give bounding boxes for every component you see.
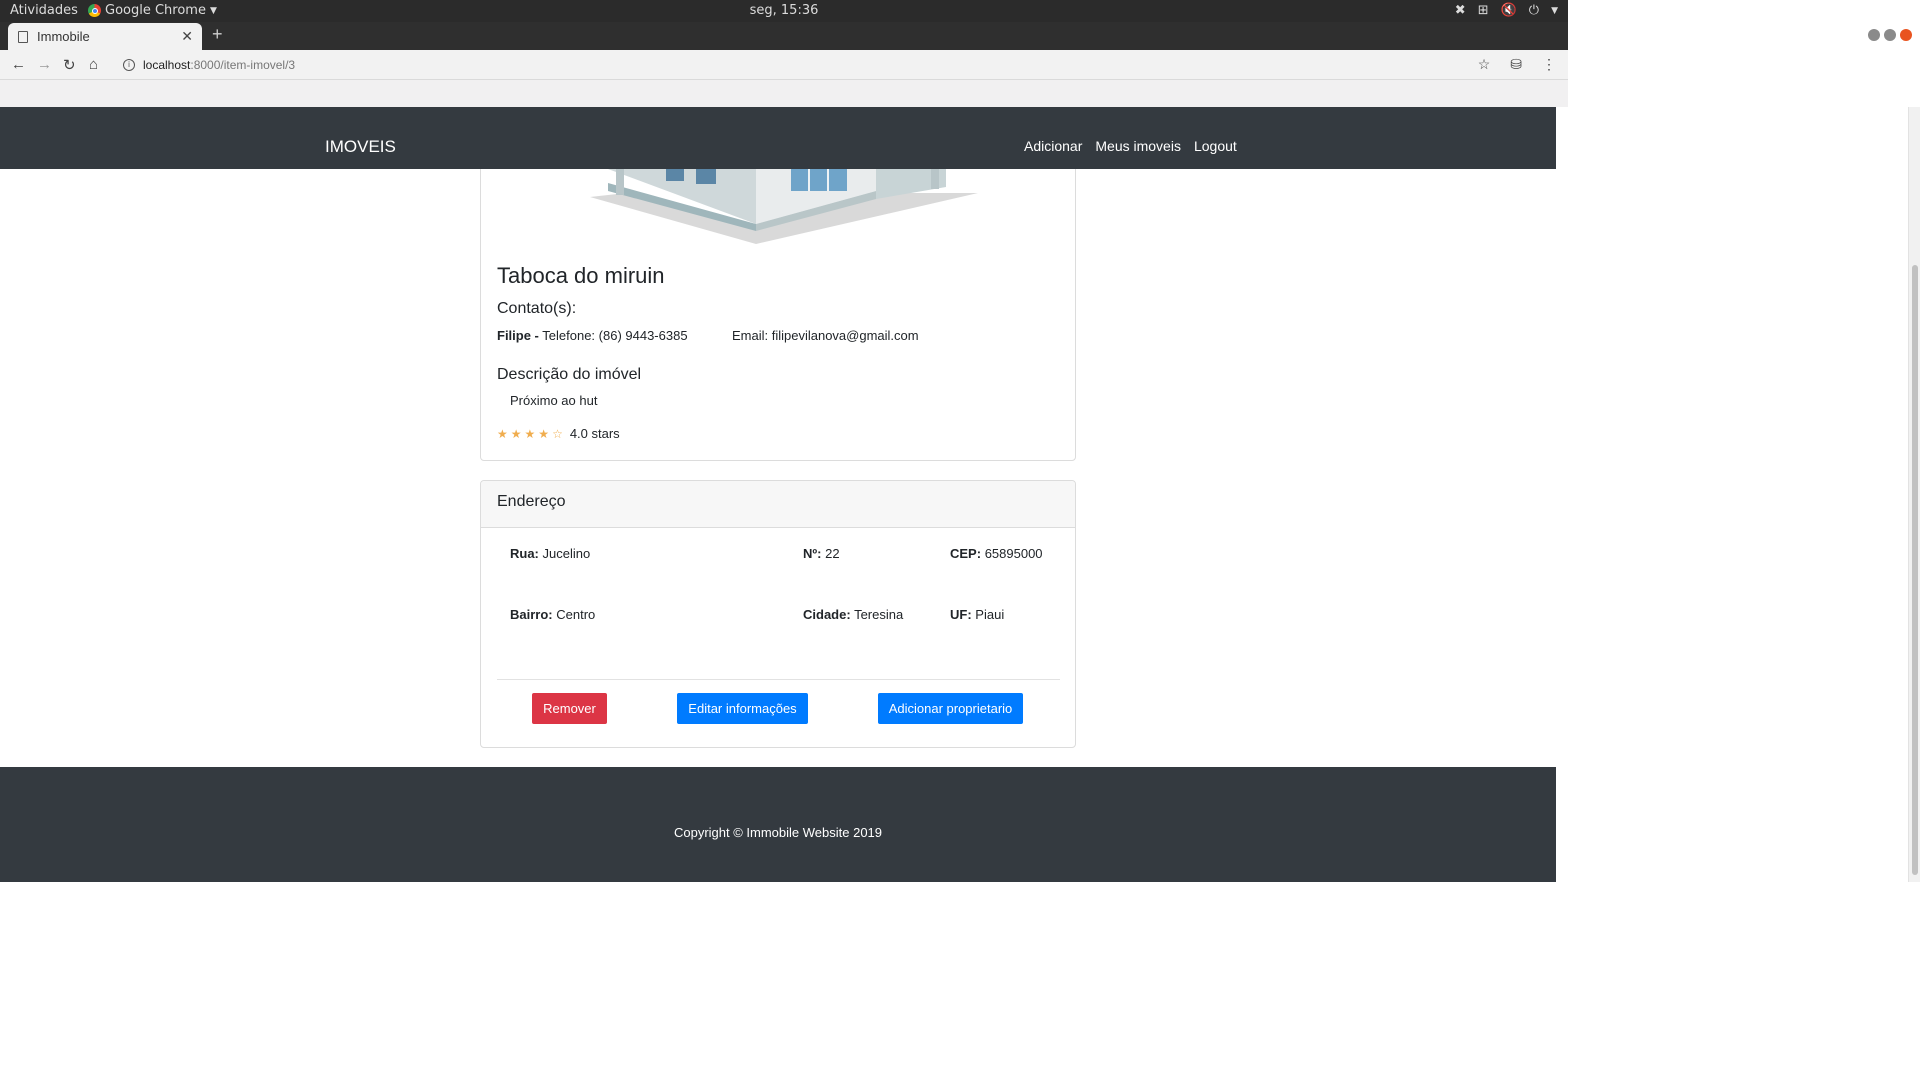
nav-links: Adicionar Meus imoveis Logout — [1024, 138, 1237, 154]
dropbox-icon[interactable]: ✖ — [1455, 3, 1466, 18]
copyright-text: Copyright © Immobile Website 2019 — [673, 825, 883, 840]
tab-strip: Immobile ✕ — [0, 22, 1568, 50]
window-controls — [1868, 29, 1912, 41]
property-title: Taboca do miruin — [497, 263, 665, 288]
address-bar[interactable]: i localhost:8000/item-imovel/3 — [116, 53, 1456, 77]
network-icon[interactable]: ⊞ — [1478, 3, 1489, 18]
star-filled-icon: ★ — [510, 427, 522, 441]
nav-link-meus-imoveis[interactable]: Meus imoveis — [1095, 138, 1181, 154]
toolbar-right-icons: ☆ ⛁ ⋮ — [1478, 56, 1556, 73]
cidade-value: Teresina — [854, 607, 904, 622]
cep-value: 65895000 — [984, 546, 1043, 561]
maximize-button[interactable] — [1884, 29, 1896, 41]
cep-label: CEP: — [950, 546, 982, 561]
url-path: :8000/item-imovel/3 — [190, 58, 296, 72]
home-icon[interactable]: ⌂ — [89, 56, 98, 73]
system-tray[interactable]: ✖ ⊞ 🔇 ⏻ ▼ — [1455, 3, 1558, 18]
contact-name: Filipe - — [497, 328, 539, 343]
address-heading: Endereço — [497, 493, 566, 510]
field-bairro: Bairro: Centro — [510, 607, 595, 622]
document-icon — [18, 30, 28, 43]
rua-label: Rua: — [510, 546, 539, 561]
contact-line: Filipe - Telefone: (86) 9443-6385 — [497, 328, 688, 343]
uf-label: UF: — [950, 607, 972, 622]
brand-link[interactable]: IMOVEIS — [325, 137, 396, 157]
site-footer: Copyright © Immobile Website 2019 — [0, 767, 1556, 882]
info-icon[interactable]: i — [123, 59, 135, 71]
nav-link-adicionar[interactable]: Adicionar — [1024, 138, 1082, 154]
numero-value: 22 — [825, 546, 840, 561]
extension-icon[interactable]: ⛁ — [1510, 56, 1522, 73]
address-card-header: Endereço — [481, 481, 1075, 528]
numero-label: Nº: — [803, 546, 822, 561]
new-tab-button[interactable]: + — [212, 24, 223, 45]
os-top-bar: Atividades Google Chrome ▼ seg, 15:36 ✖ … — [0, 0, 1568, 22]
menu-dots-icon[interactable]: ⋮ — [1542, 56, 1556, 73]
contact-phone: Telefone: (86) 9443-6385 — [542, 328, 688, 343]
field-uf: UF: Piaui — [950, 607, 1004, 622]
tab-title: Immobile — [37, 29, 90, 44]
back-arrow-icon[interactable]: ← — [11, 56, 26, 73]
uf-value: Piaui — [975, 607, 1005, 622]
chevron-down-icon[interactable]: ▼ — [1551, 6, 1558, 16]
site-navbar: IMOVEIS Adicionar Meus imoveis Logout — [0, 107, 1556, 169]
rating-text: 4.0 stars — [569, 426, 620, 441]
rating: ★ ★ ★ ★ ☆ 4.0 stars — [497, 426, 620, 441]
star-filled-icon: ★ — [497, 427, 508, 441]
browser-toolbar: ← → ↻ ⌂ i localhost:8000/item-imovel/3 ☆… — [0, 50, 1568, 80]
close-tab-icon[interactable]: ✕ — [181, 28, 193, 45]
bookmark-star-icon[interactable]: ☆ — [1478, 56, 1491, 73]
remove-button[interactable]: Remover — [532, 693, 607, 724]
add-owner-button[interactable]: Adicionar proprietario — [878, 693, 1023, 724]
minimize-button[interactable] — [1868, 29, 1880, 41]
volume-muted-icon[interactable]: 🔇 — [1501, 3, 1517, 18]
rua-value: Jucelino — [542, 546, 591, 561]
reload-icon[interactable]: ↻ — [63, 56, 76, 74]
field-cidade: Cidade: Teresina — [803, 607, 903, 622]
star-filled-icon: ★ — [538, 427, 550, 441]
field-rua: Rua: Jucelino — [510, 546, 590, 561]
power-icon[interactable]: ⏻ — [1529, 3, 1539, 18]
page-scrollbar[interactable] — [1908, 107, 1920, 882]
close-window-button[interactable] — [1900, 29, 1912, 41]
edit-info-button[interactable]: Editar informações — [677, 693, 808, 724]
browser-tab[interactable]: Immobile ✕ — [8, 23, 202, 50]
contact-email: Email: filipevilanova@gmail.com — [732, 328, 919, 343]
bairro-value: Centro — [556, 607, 596, 622]
nav-link-logout[interactable]: Logout — [1194, 138, 1237, 154]
contacts-heading: Contato(s): — [497, 300, 577, 317]
star-empty-icon: ☆ — [552, 427, 563, 441]
description-text: Próximo ao hut — [510, 393, 598, 408]
cidade-label: Cidade: — [803, 607, 851, 622]
scroll-thumb[interactable] — [1912, 265, 1918, 875]
divider — [497, 679, 1060, 680]
house-image — [586, 169, 980, 247]
clock[interactable]: seg, 15:36 — [0, 3, 1568, 18]
field-numero: Nº: 22 — [803, 546, 840, 561]
description-heading: Descrição do imóvel — [497, 366, 642, 383]
forward-arrow-icon[interactable]: → — [37, 56, 52, 73]
field-cep: CEP: 65895000 — [950, 546, 1043, 561]
star-filled-icon: ★ — [524, 427, 536, 441]
url-host: localhost — [143, 58, 191, 72]
bairro-label: Bairro: — [510, 607, 553, 622]
rating-stars: ★ ★ ★ ★ ☆ — [497, 426, 566, 441]
page-top-band — [0, 80, 1568, 107]
